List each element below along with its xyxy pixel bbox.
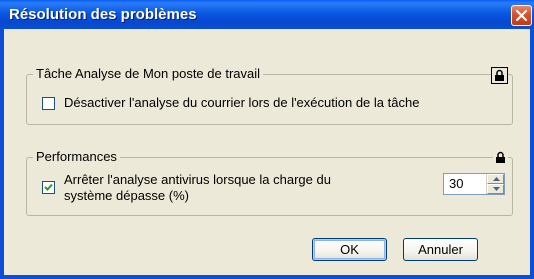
dialog-window: Résolution des problèmes Tâche Analyse d… xyxy=(0,0,534,279)
checkmark-icon xyxy=(44,183,53,191)
spinner-buttons xyxy=(486,174,504,194)
performance-group-title: Performances xyxy=(33,149,120,165)
dialog-body: Tâche Analyse de Mon poste de travail Dé… xyxy=(4,29,530,275)
spinner-down-button[interactable] xyxy=(487,184,504,194)
ok-button[interactable]: OK xyxy=(312,238,387,261)
close-button[interactable] xyxy=(511,5,532,26)
arrow-up-icon xyxy=(493,177,500,181)
performance-group: Performances Arrêter l'analyse antivirus… xyxy=(26,149,513,216)
cpu-threshold-spinner[interactable]: 30 xyxy=(443,173,505,195)
close-icon xyxy=(516,10,527,21)
scan-task-group: Tâche Analyse de Mon poste de travail Dé… xyxy=(26,66,513,125)
cancel-button[interactable]: Annuler xyxy=(403,238,478,261)
spinner-up-button[interactable] xyxy=(487,174,504,184)
lock-icon[interactable] xyxy=(491,67,508,84)
stop-scan-label-line2: système dépasse (%) xyxy=(64,188,189,203)
disable-mail-scan-checkbox[interactable] xyxy=(42,97,55,110)
stop-scan-on-load-checkbox[interactable] xyxy=(42,181,55,194)
stop-scan-label-line1: Arrêter l'analyse antivirus lorsque la c… xyxy=(64,172,331,187)
title-bar[interactable]: Résolution des problèmes xyxy=(0,0,534,29)
lock-icon[interactable] xyxy=(493,150,508,165)
arrow-down-icon xyxy=(493,187,500,191)
scan-task-group-title: Tâche Analyse de Mon poste de travail xyxy=(33,66,264,82)
cpu-threshold-value[interactable]: 30 xyxy=(449,176,463,191)
disable-mail-scan-label: Désactiver l'analyse du courrier lors de… xyxy=(64,95,420,110)
window-title: Résolution des problèmes xyxy=(9,6,197,23)
